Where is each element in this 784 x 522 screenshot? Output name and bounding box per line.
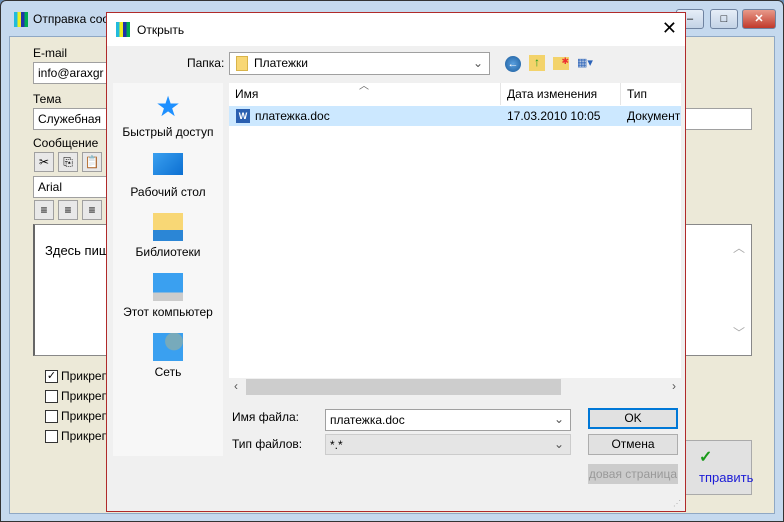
file-date: 17.03.2010 10:05 <box>507 109 601 123</box>
place-label: Сеть <box>154 365 182 379</box>
align-right-button[interactable]: ≡ <box>82 200 102 220</box>
filetype-label: Тип файлов: <box>232 437 303 451</box>
message-text: Здесь пиш <box>45 243 110 258</box>
send-label: тправить <box>699 470 754 485</box>
codepage-button: одовая страница. <box>588 464 678 484</box>
filetype-select[interactable]: *.* ⌄ <box>325 434 571 455</box>
attachment-label: Прикреп <box>61 409 109 423</box>
attachment-checkbox[interactable]: Прикреп <box>45 429 108 443</box>
app-icon <box>116 22 130 37</box>
filename-value: платежка.doc <box>330 413 405 427</box>
message-label: Сообщение <box>33 136 99 150</box>
scroll-down-icon[interactable]: ﹀ <box>733 324 745 341</box>
scrollbar-thumb[interactable] <box>246 379 561 395</box>
filename-label: Имя файла: <box>232 410 299 424</box>
file-type: Документ <box>627 109 681 123</box>
library-icon <box>153 213 183 241</box>
computer-icon <box>153 273 183 301</box>
place-this-pc[interactable]: Этот компьютер <box>113 273 223 319</box>
scroll-up-icon[interactable]: ︿ <box>733 239 745 256</box>
cut-button[interactable]: ✂ <box>34 152 54 172</box>
main-window-title: Отправка соо <box>33 12 110 26</box>
file-name: платежка.doc <box>255 109 330 123</box>
new-folder-icon[interactable]: ✱ <box>553 57 569 70</box>
email-label: E-mail <box>33 46 68 60</box>
folder-icon <box>236 56 248 72</box>
place-quick-access[interactable]: ★ Быстрый доступ <box>113 91 223 140</box>
column-header-type[interactable]: Тип <box>621 83 681 105</box>
place-label: Рабочий стол <box>130 185 206 199</box>
attachment-label: Прикреп <box>61 429 109 443</box>
chevron-down-icon[interactable]: ⌄ <box>554 412 564 426</box>
desktop-icon <box>153 153 183 175</box>
attachment-label: Прикреп <box>61 389 109 403</box>
column-header-name[interactable]: Имя <box>229 83 501 105</box>
paste-button[interactable]: 📋 <box>82 152 102 172</box>
file-list[interactable]: ︿ Имя Дата изменения Тип W платежка.doc … <box>229 81 681 396</box>
place-desktop[interactable]: Рабочий стол <box>113 153 223 199</box>
place-libraries[interactable]: Библиотеки <box>113 213 223 259</box>
scroll-right-icon[interactable]: › <box>672 379 676 393</box>
filename-input[interactable]: платежка.doc ⌄ <box>325 409 571 431</box>
check-icon: ✓ <box>699 449 713 466</box>
checkbox[interactable] <box>45 429 58 443</box>
place-label: Библиотеки <box>135 245 201 259</box>
ok-button[interactable]: OK <box>588 408 678 429</box>
chevron-down-icon[interactable]: ⌄ <box>554 437 564 451</box>
checkbox[interactable] <box>45 409 58 423</box>
folder-value: Платежки <box>254 56 308 70</box>
network-icon <box>153 333 183 361</box>
attachment-checkbox[interactable]: ✓ Прикреп <box>45 369 108 383</box>
align-center-button[interactable]: ≡ <box>58 200 78 220</box>
places-bar: ★ Быстрый доступ Рабочий стол Библиотеки … <box>113 83 223 456</box>
checkbox[interactable] <box>45 389 58 403</box>
align-left-button[interactable]: ≡ <box>34 200 54 220</box>
attachment-checkbox[interactable]: Прикреп <box>45 389 108 403</box>
column-header-date[interactable]: Дата изменения <box>501 83 621 105</box>
app-icon <box>14 12 28 27</box>
filetype-value: *.* <box>330 438 343 452</box>
dialog-titlebar: Открыть ✕ <box>107 13 685 46</box>
copy-button[interactable]: ⎘ <box>58 152 78 172</box>
maximize-button[interactable]: □ <box>710 9 738 29</box>
open-dialog: Открыть ✕ Папка: Платежки ⌄ ← ↑ ✱ ▦▾ ★ Бы… <box>106 12 686 512</box>
back-icon[interactable]: ← <box>505 56 521 72</box>
horizontal-scrollbar[interactable]: ‹ › <box>229 378 681 396</box>
dialog-title: Открыть <box>137 23 185 37</box>
scroll-left-icon[interactable]: ‹ <box>234 379 238 393</box>
checkbox[interactable]: ✓ <box>45 369 58 383</box>
place-label: Этот компьютер <box>123 305 213 319</box>
attachment-label: Прикреп <box>61 369 109 383</box>
resize-grip-icon[interactable]: ⋰ <box>673 499 681 508</box>
cancel-button[interactable]: Отмена <box>588 434 678 455</box>
chevron-down-icon: ⌄ <box>472 56 483 70</box>
place-network[interactable]: Сеть <box>113 333 223 379</box>
up-folder-icon[interactable]: ↑ <box>529 55 545 71</box>
place-label: Быстрый доступ <box>122 125 214 139</box>
folder-label: Папка: <box>187 56 225 70</box>
view-menu-icon[interactable]: ▦▾ <box>577 56 601 71</box>
file-row[interactable]: W платежка.doc 17.03.2010 10:05 Документ <box>229 106 681 126</box>
attachment-checkbox[interactable]: Прикреп <box>45 409 108 423</box>
star-icon: ★ <box>155 91 181 122</box>
close-button[interactable]: ✕ <box>742 9 776 29</box>
folder-select[interactable]: Платежки ⌄ <box>229 52 490 75</box>
subject-label: Тема <box>33 92 62 106</box>
word-document-icon: W <box>236 109 250 123</box>
dialog-close-icon[interactable]: ✕ <box>662 18 677 39</box>
